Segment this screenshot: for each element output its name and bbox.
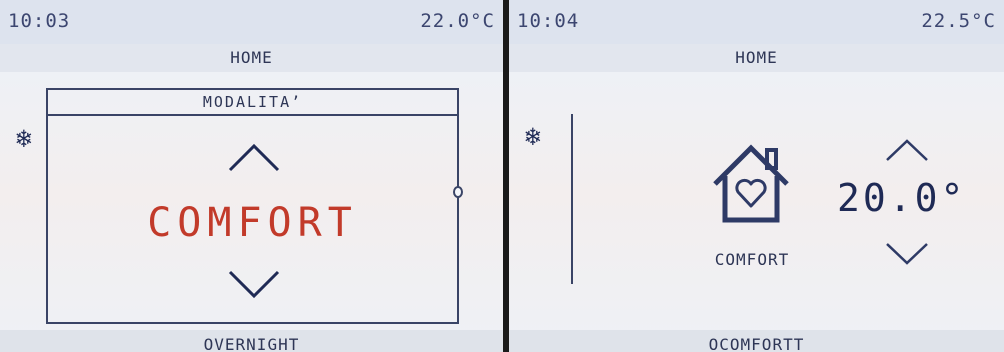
footer-mode[interactable]: OVERNIGHT	[0, 330, 503, 352]
mode-selector-dialog: MODALITA’ COMFORT	[46, 88, 459, 324]
room-temperature: 22.5°C	[921, 10, 996, 32]
home-heart-icon[interactable]	[711, 140, 791, 226]
chevron-up-icon[interactable]	[883, 136, 931, 164]
setpoint-temperature[interactable]: 20.0°	[837, 176, 997, 220]
selected-mode-value[interactable]: COMFORT	[48, 200, 457, 246]
mode-label: COMFORT	[714, 250, 790, 269]
clock: 10:04	[517, 10, 580, 32]
snowflake-icon: ❄	[525, 122, 541, 152]
footer-mode[interactable]: OCOMFORTT	[509, 330, 1004, 352]
thermostat-screen-right: 10:04 22.5°C HOME ❄ COMFORT 20.0° OCOMFO…	[509, 0, 1004, 352]
page-title: HOME	[509, 44, 1004, 72]
clock: 10:03	[8, 10, 71, 32]
status-bar: 10:03 22.0°C	[0, 0, 503, 44]
thermostat-screen-left: 10:03 22.0°C HOME ❄ MODALITA’ COMFORT OV…	[0, 0, 503, 352]
page-title: HOME	[0, 44, 503, 72]
chevron-down-icon[interactable]	[883, 240, 931, 268]
chevron-up-icon[interactable]	[224, 136, 284, 176]
chevron-down-icon[interactable]	[224, 266, 284, 306]
divider	[571, 114, 573, 284]
dialog-title: MODALITA’	[48, 90, 457, 116]
snowflake-icon: ❄	[16, 124, 32, 154]
room-temperature: 22.0°C	[420, 10, 495, 32]
scroll-indicator	[453, 186, 463, 198]
status-bar: 10:04 22.5°C	[509, 0, 1004, 44]
